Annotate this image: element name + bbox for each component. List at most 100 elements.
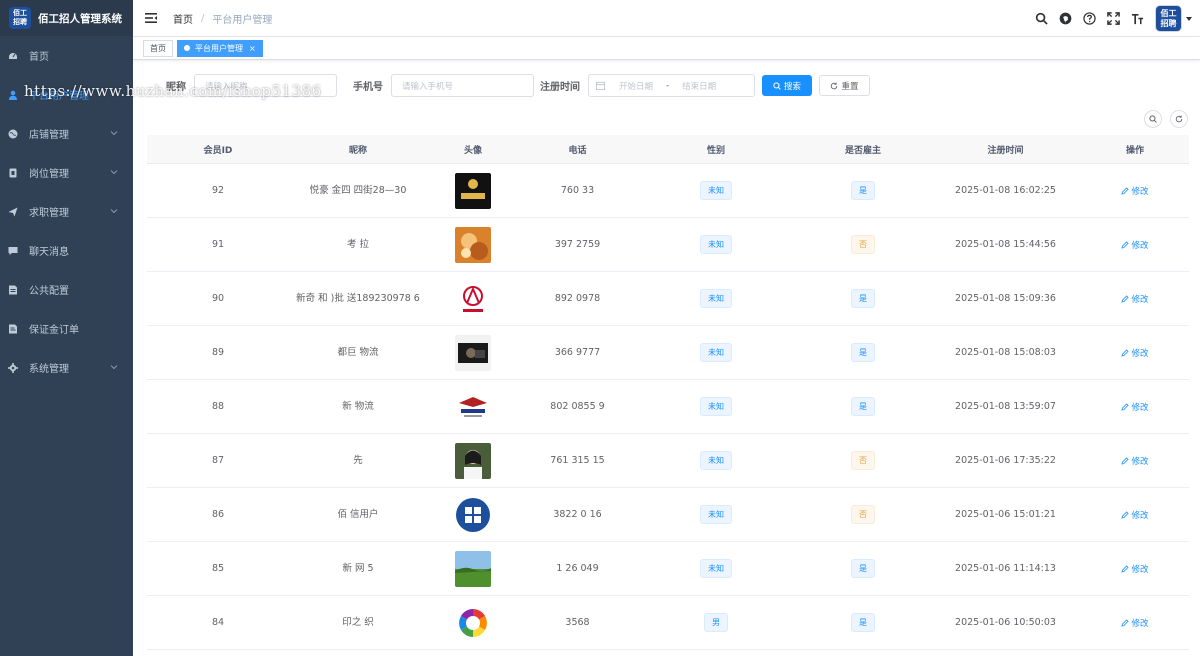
date-range-picker[interactable]: 开始日期 - 结束日期 — [588, 74, 755, 97]
hamburger-icon[interactable] — [145, 12, 157, 24]
cell-gender: 未知 — [636, 505, 796, 524]
col-header-nickname: 昵称 — [348, 145, 367, 156]
cell-actions: 修改 — [1081, 347, 1189, 359]
send-icon — [8, 207, 18, 217]
cell-avatar — [427, 442, 519, 479]
nickname-text: 新奇 和 )批 送189230978 6 — [296, 292, 420, 304]
cell-actions: 修改 — [1081, 455, 1189, 467]
cell-avatar — [427, 388, 519, 425]
start-date-placeholder: 开始日期 — [619, 81, 654, 92]
cell-actions: 修改 — [1081, 563, 1189, 575]
user-avatar-image[interactable] — [455, 334, 491, 371]
sidebar-item-label: 保证金订单 — [29, 325, 79, 336]
sidebar-item[interactable]: 岗位管理 — [0, 153, 133, 192]
table-row: 89 都巨 物流 366 9777 未知 是 2025-01-08 15:08:03 修改 — [147, 326, 1189, 380]
cell-phone: 760 33 — [560, 185, 595, 196]
edit-button[interactable]: 修改 — [1121, 509, 1149, 521]
cell-nickname: 考 拉 — [289, 238, 427, 252]
edit-button[interactable]: 修改 — [1121, 401, 1149, 413]
cell-gender: 未知 — [636, 181, 796, 200]
cell-avatar — [427, 280, 519, 317]
tag-home[interactable]: 首页 — [143, 39, 173, 57]
edit-button[interactable]: 修改 — [1121, 347, 1149, 359]
user-avatar-image[interactable] — [455, 604, 491, 641]
user-avatar-image[interactable] — [455, 442, 491, 479]
cell-nickname: 悦豪 金四 四街28—30 — [289, 184, 427, 198]
reset-button[interactable]: 重置 — [819, 75, 870, 96]
sidebar-item[interactable]: 店铺管理 — [0, 114, 133, 153]
edit-icon — [1121, 240, 1130, 249]
tag-platform-users[interactable]: 平台用户管理 × — [177, 39, 263, 57]
message-icon — [8, 246, 18, 256]
navbar: 首页 / 平台用户管理 佰工招聘 — [133, 0, 1200, 37]
edit-button[interactable]: 修改 — [1121, 455, 1149, 467]
user-avatar-image[interactable] — [455, 550, 491, 587]
sidebar-item[interactable]: 首页 — [0, 36, 133, 75]
edit-button[interactable]: 修改 — [1121, 563, 1149, 575]
cell-employer: 是 — [796, 559, 930, 578]
chevron-down-icon — [110, 207, 118, 215]
employer-badge: 否 — [851, 505, 875, 524]
edit-button[interactable]: 修改 — [1121, 293, 1149, 305]
cell-avatar — [427, 550, 519, 587]
cell-employer: 否 — [796, 505, 930, 524]
avatar[interactable]: 佰工招聘 — [1155, 5, 1182, 32]
phone-input[interactable]: 请输入手机号 — [391, 74, 534, 97]
search-button[interactable]: 搜索 — [762, 75, 812, 96]
fullscreen-icon[interactable] — [1106, 12, 1120, 26]
regtime-label: 注册时间 — [540, 82, 580, 93]
sidebar-item[interactable]: 公共配置 — [0, 270, 133, 309]
cell-nickname: 先 — [289, 454, 427, 468]
refresh-table-button[interactable] — [1170, 110, 1188, 128]
gender-badge: 未知 — [700, 235, 732, 254]
tag-label: 平台用户管理 — [195, 43, 243, 53]
gender-badge: 男 — [704, 613, 728, 632]
breadcrumb-home[interactable]: 首页 — [173, 11, 193, 26]
cell-avatar — [427, 334, 519, 371]
cell-employer: 是 — [796, 289, 930, 308]
cell-employer: 是 — [796, 343, 930, 362]
caret-down-icon[interactable] — [1186, 16, 1192, 22]
edit-button[interactable]: 修改 — [1121, 185, 1149, 197]
search-icon[interactable] — [1034, 12, 1048, 26]
user-avatar-image[interactable] — [455, 388, 491, 425]
sidebar-item[interactable]: 聊天消息 — [0, 231, 133, 270]
cell-phone: 761 315 15 — [550, 455, 605, 466]
table-row: 86 佰 信用户 3822 0 16 未知 否 2025-01-06 15:01:21 修改 — [147, 488, 1189, 542]
edit-button[interactable]: 修改 — [1121, 239, 1149, 251]
font-size-icon[interactable] — [1130, 12, 1144, 26]
employer-badge: 否 — [851, 451, 875, 470]
nickname-text: 都巨 物流 — [337, 346, 379, 358]
close-icon[interactable]: × — [249, 44, 256, 53]
sidebar-logo[interactable]: 佰工招聘 佰工招人管理系统 — [0, 0, 133, 36]
toggle-search-button[interactable] — [1144, 110, 1162, 128]
breadcrumb-current: 平台用户管理 — [212, 14, 273, 26]
edit-icon — [1121, 348, 1130, 357]
edit-button[interactable]: 修改 — [1121, 617, 1149, 629]
search-icon — [773, 81, 781, 90]
github-icon[interactable] — [1058, 12, 1072, 26]
sidebar-item[interactable]: 求职管理 — [0, 192, 133, 231]
cell-regtime: 2025-01-08 15:08:03 — [955, 347, 1056, 358]
table-row: 85 新 网 5 1 26 049 未知 是 2025-01-06 11:14:13 修改 — [147, 542, 1189, 596]
sidebar-item[interactable]: 系统管理 — [0, 348, 133, 387]
edit-label: 修改 — [1131, 618, 1149, 629]
user-avatar-image[interactable] — [455, 226, 491, 263]
breadcrumb: 首页 / 平台用户管理 — [173, 11, 272, 26]
sidebar-item-label: 店铺管理 — [29, 130, 69, 141]
user-avatar-image[interactable] — [455, 172, 491, 209]
user-avatar-image[interactable] — [455, 496, 491, 533]
col-header-id: 会员ID — [203, 145, 233, 156]
watermark: https://www.huzhan.com/ishop51386 — [24, 82, 322, 100]
phone-placeholder: 请输入手机号 — [402, 81, 454, 92]
sidebar-item-label: 求职管理 — [29, 208, 69, 219]
question-icon[interactable] — [1082, 12, 1096, 26]
cell-id: 91 — [211, 239, 225, 250]
cell-nickname: 新奇 和 )批 送189230978 6 — [289, 292, 427, 306]
sidebar-item[interactable]: 保证金订单 — [0, 309, 133, 348]
cell-gender: 未知 — [636, 235, 796, 254]
right-menu: 佰工招聘 — [1024, 0, 1192, 37]
edit-icon — [1121, 510, 1130, 519]
user-avatar-image[interactable] — [455, 280, 491, 317]
cell-nickname: 新 网 5 — [289, 562, 427, 576]
